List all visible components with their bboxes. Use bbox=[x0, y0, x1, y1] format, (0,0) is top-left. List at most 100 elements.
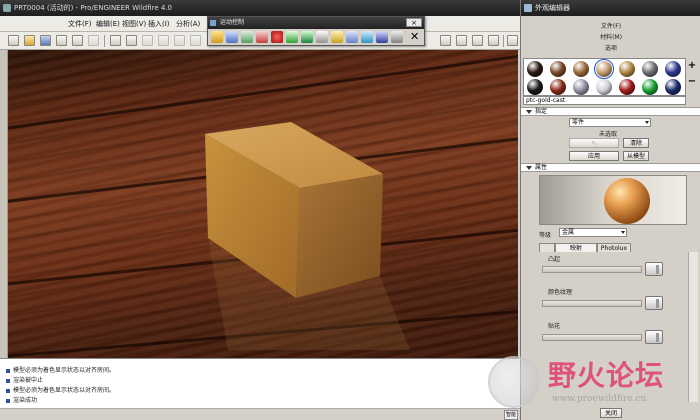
material-swatch-gallery bbox=[523, 58, 686, 96]
save-icon[interactable] bbox=[40, 35, 51, 46]
assign-dropdown[interactable]: 零件 bbox=[569, 118, 651, 127]
bump-map-button[interactable] bbox=[645, 262, 663, 276]
export-icon[interactable] bbox=[376, 31, 388, 43]
material-swatch[interactable] bbox=[594, 59, 614, 79]
send-icon[interactable] bbox=[88, 35, 99, 46]
class-dropdown[interactable]: 金属 bbox=[559, 228, 627, 237]
redo-icon[interactable] bbox=[142, 35, 153, 46]
animation-control-palette: 运动控制 × ✕ bbox=[207, 16, 425, 46]
menu-file[interactable]: 文件(F) bbox=[68, 19, 92, 29]
remove-appearance-button[interactable]: − bbox=[686, 76, 698, 88]
material-swatch[interactable] bbox=[665, 79, 681, 95]
tab-map[interactable]: 映射 bbox=[555, 243, 597, 252]
material-swatch[interactable] bbox=[665, 61, 681, 77]
key-icon[interactable] bbox=[331, 31, 343, 43]
bump-label: 凸起 bbox=[548, 256, 561, 263]
close-icon[interactable]: ✕ bbox=[410, 30, 419, 43]
palette-close-button[interactable]: × bbox=[406, 18, 422, 27]
copy-icon[interactable] bbox=[174, 35, 185, 46]
ap-menu-file[interactable]: 文件(F) bbox=[521, 21, 700, 30]
menu-edit[interactable]: 编辑(E) bbox=[96, 19, 120, 29]
decal-label: 贴花 bbox=[548, 323, 561, 330]
undo-icon[interactable] bbox=[126, 35, 137, 46]
toolbar-separator bbox=[104, 35, 105, 47]
open-folder-icon[interactable] bbox=[211, 31, 223, 43]
from-model-button[interactable]: 从模型 bbox=[623, 151, 649, 161]
regenerate-icon[interactable] bbox=[110, 35, 121, 46]
stop-icon[interactable] bbox=[271, 31, 283, 43]
appearance-name-field[interactable]: ptc-gold-cast bbox=[523, 96, 686, 105]
body-icon[interactable] bbox=[241, 31, 253, 43]
connection-icon[interactable] bbox=[346, 31, 358, 43]
new-file-icon[interactable] bbox=[8, 35, 19, 46]
record-icon[interactable] bbox=[256, 31, 268, 43]
material-swatch[interactable] bbox=[550, 61, 566, 77]
material-swatch[interactable] bbox=[596, 79, 612, 95]
rendered-cube[interactable] bbox=[8, 50, 518, 358]
properties-section-header[interactable]: 属性 bbox=[521, 163, 700, 172]
material-swatch[interactable] bbox=[550, 79, 566, 95]
paste-icon[interactable] bbox=[190, 35, 201, 46]
material-swatch[interactable] bbox=[573, 61, 589, 77]
menu-view[interactable]: 视图(V) bbox=[122, 19, 146, 29]
view-hidden-icon[interactable] bbox=[488, 35, 499, 46]
bump-track[interactable] bbox=[542, 266, 642, 273]
settings-icon[interactable] bbox=[391, 31, 403, 43]
color-texture-track[interactable] bbox=[542, 300, 642, 307]
material-swatch[interactable] bbox=[619, 79, 635, 95]
close-button[interactable]: 关闭 bbox=[600, 408, 622, 418]
sketch-icon[interactable] bbox=[507, 35, 518, 46]
message-area: 模型必须为着色显示状态以对齐房间。 渲染被中止 模型必须为着色显示状态以对齐房间… bbox=[0, 358, 520, 408]
new-animation-icon[interactable] bbox=[226, 31, 238, 43]
clear-button[interactable]: 清除 bbox=[623, 138, 649, 148]
apply-button[interactable]: 应用 bbox=[569, 151, 619, 161]
message-line: 模型必须为着色显示状态以对齐房间。 bbox=[6, 365, 115, 374]
toolbar-separator bbox=[503, 35, 504, 47]
selection-status: 未选取 bbox=[599, 131, 618, 138]
status-bar: 智能 bbox=[0, 408, 520, 420]
material-swatch[interactable] bbox=[527, 61, 543, 77]
main-window: PRT0004 (活动的) - Pro/ENGINEER Wildfire 4.… bbox=[0, 0, 520, 420]
preview-sphere bbox=[604, 178, 650, 224]
ap-menu-options[interactable]: 选项 bbox=[521, 43, 700, 52]
ap-menu-material[interactable]: 材料(M) bbox=[521, 32, 700, 41]
drag-icon[interactable] bbox=[286, 31, 298, 43]
email-icon[interactable] bbox=[72, 35, 83, 46]
collapse-triangle-icon bbox=[526, 110, 532, 114]
timeline-icon[interactable] bbox=[316, 31, 328, 43]
material-swatch[interactable] bbox=[527, 79, 543, 95]
material-swatch[interactable] bbox=[573, 79, 589, 95]
palette-icon bbox=[210, 20, 216, 26]
left-resize-strip[interactable] bbox=[0, 50, 8, 358]
view-orient-icon[interactable] bbox=[456, 35, 467, 46]
print-icon[interactable] bbox=[56, 35, 67, 46]
open-folder-icon[interactable] bbox=[24, 35, 35, 46]
view-cube-icon[interactable] bbox=[440, 35, 451, 46]
material-swatch[interactable] bbox=[642, 79, 658, 95]
snapshot-icon[interactable] bbox=[301, 31, 313, 43]
watermark-text: 野火论坛 bbox=[548, 359, 665, 392]
editor-icon bbox=[524, 4, 532, 12]
tab-basic[interactable] bbox=[539, 243, 555, 252]
tab-photolux[interactable]: Photolux bbox=[597, 243, 631, 252]
info-icon bbox=[6, 388, 10, 393]
add-appearance-button[interactable]: + bbox=[686, 60, 698, 72]
decal-track[interactable] bbox=[542, 334, 642, 341]
material-swatch[interactable] bbox=[619, 61, 635, 77]
graphics-viewport[interactable] bbox=[8, 50, 518, 358]
cut-icon[interactable] bbox=[158, 35, 169, 46]
view-shade-icon[interactable] bbox=[472, 35, 483, 46]
decal-button[interactable] bbox=[645, 330, 663, 344]
select-button[interactable]: ↖ bbox=[569, 138, 619, 148]
chevron-down-icon bbox=[645, 121, 649, 124]
menu-insert[interactable]: 插入(I) bbox=[148, 19, 170, 29]
assign-section-header[interactable]: 指定 bbox=[521, 107, 700, 116]
color-texture-button[interactable] bbox=[645, 296, 663, 310]
collapse-triangle-icon bbox=[526, 166, 532, 170]
message-line: 渲染被中止 bbox=[6, 375, 43, 384]
playback-icon[interactable] bbox=[361, 31, 373, 43]
material-swatch[interactable] bbox=[642, 61, 658, 77]
message-line: 模型必须为着色显示状态以对齐房间。 bbox=[6, 385, 115, 394]
menu-analysis[interactable]: 分析(A) bbox=[176, 19, 200, 29]
animation-palette-title[interactable]: 运动控制 × bbox=[208, 17, 424, 29]
